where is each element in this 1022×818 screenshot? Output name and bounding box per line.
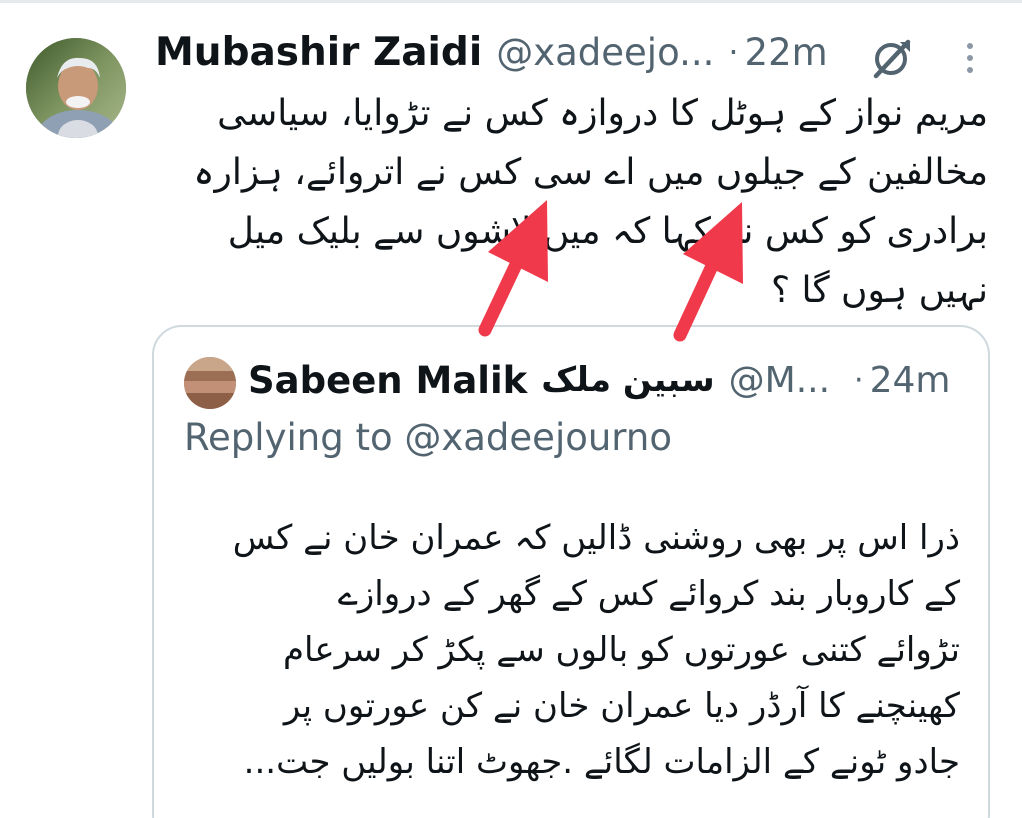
more-vertical-icon[interactable]: [958, 36, 982, 80]
top-divider: [0, 0, 1022, 3]
quoted-tweet-time[interactable]: 24m: [870, 360, 951, 401]
quoted-author-name-urdu[interactable]: سبین ملک: [541, 360, 714, 400]
author-avatar[interactable]: [26, 38, 126, 138]
quoted-tweet-text: ذرا اس پر بھی روشنی ڈالیں کہ عمران خان ن…: [232, 518, 960, 782]
meta-separator: ·: [728, 33, 739, 71]
quoted-author-name[interactable]: Sabeen Malik: [248, 359, 527, 402]
avatar-photo: [26, 38, 126, 138]
grok-icon[interactable]: [870, 36, 914, 80]
quoted-tweet-header: Sabeen Malik سبین ملک @M... · 24m: [248, 352, 988, 408]
tweet-text: مریم نواز کے ہوٹل کا دروازہ کس نے تڑوایا…: [193, 93, 988, 311]
tweet-time[interactable]: 22m: [745, 31, 828, 74]
quoted-author-avatar[interactable]: [184, 357, 236, 409]
author-handle[interactable]: @xadeejo...: [496, 31, 714, 74]
quoted-author-handle[interactable]: @M...: [729, 360, 830, 401]
replying-to-label: Replying to @xadeejourno: [184, 416, 672, 459]
author-name[interactable]: Mubashir Zaidi: [155, 30, 482, 75]
quoted-avatar-photo: [184, 357, 236, 409]
tweet-screen: Mubashir Zaidi @xadeejo... · 22m مریم نو…: [0, 0, 1022, 818]
quoted-meta-separator: ·: [854, 362, 864, 398]
